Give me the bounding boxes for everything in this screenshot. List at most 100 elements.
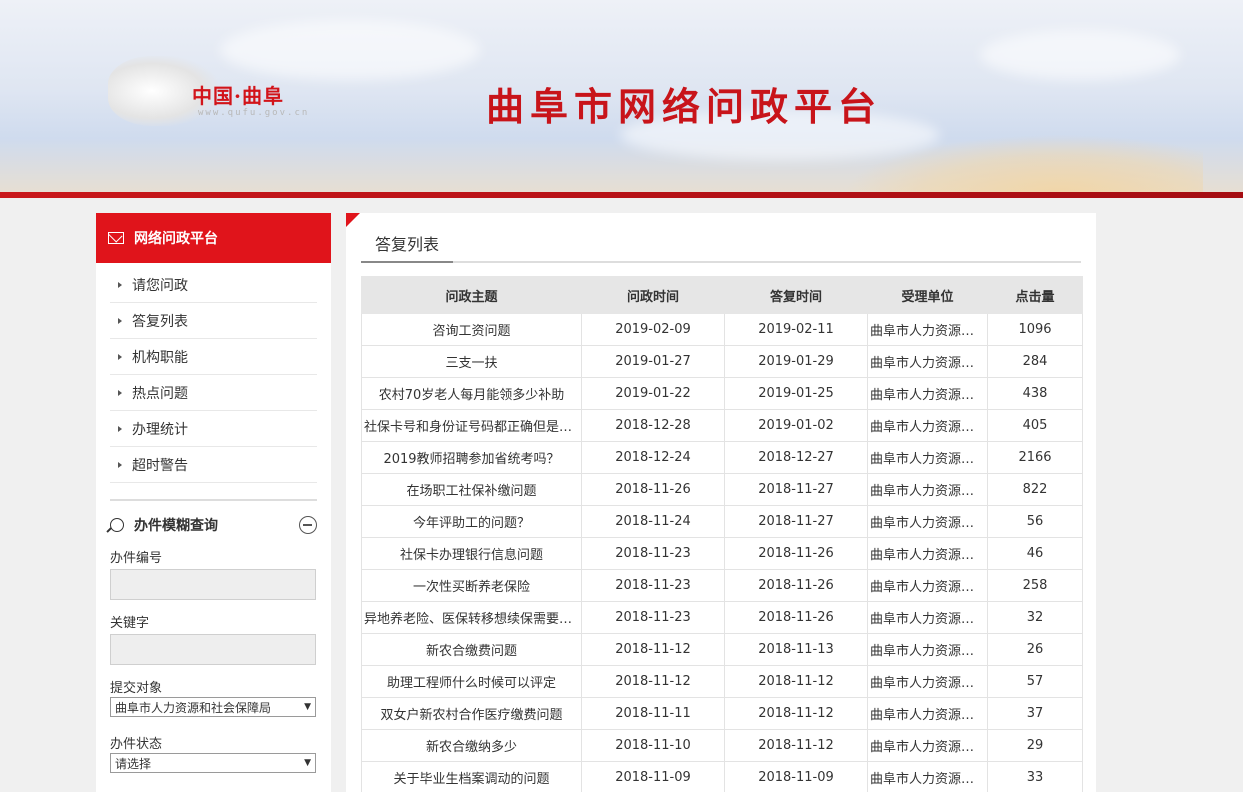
department-cell: 曲阜市人力资源和... bbox=[867, 665, 988, 698]
site-logo[interactable]: 中国·曲阜 www.qufu.gov.cn bbox=[108, 50, 348, 154]
topic-cell[interactable]: 在场职工社保补缴问题 bbox=[361, 473, 582, 506]
table-row[interactable]: 社保卡办理银行信息问题 2018-11-23 2018-11-26 曲阜市人力资源和.… bbox=[361, 537, 1083, 570]
target-select[interactable]: 曲阜市人力资源和社会保障局 ▼ bbox=[110, 697, 316, 717]
case-no-label: 办件编号 bbox=[110, 551, 163, 566]
clicks-cell: 438 bbox=[987, 377, 1083, 410]
topic-cell[interactable]: 今年评助工的问题？ bbox=[361, 505, 582, 538]
clicks-cell: 26 bbox=[987, 633, 1083, 666]
caret-right-icon bbox=[118, 281, 122, 288]
reply-time-cell: 2019-01-02 bbox=[724, 409, 868, 442]
keyword-input[interactable] bbox=[110, 634, 316, 665]
table-row[interactable]: 2019教师招聘参加省统考吗？ 2018-12-24 2018-12-27 曲阜市人力… bbox=[361, 441, 1083, 474]
table-row[interactable]: 在场职工社保补缴问题 2018-11-26 2018-11-27 曲阜市人力资源和..… bbox=[361, 473, 1083, 506]
reply-time-cell: 2018-12-27 bbox=[724, 441, 868, 474]
ask-time-cell: 2018-11-26 bbox=[581, 473, 725, 506]
reply-time-cell: 2018-11-26 bbox=[724, 569, 868, 602]
topic-cell[interactable]: 异地养老险、医保转移想续保需要哪... bbox=[361, 601, 582, 634]
table-row[interactable]: 社保卡号和身份证号码都正确但是绑... 2018-12-28 2019-01-02 曲… bbox=[361, 409, 1083, 442]
reply-time-cell: 2018-11-12 bbox=[724, 729, 868, 762]
sidebar-item-reply-list[interactable]: 答复列表 bbox=[110, 303, 317, 339]
header-red-divider bbox=[0, 192, 1243, 198]
search-panel-header: 办件模糊查询 bbox=[110, 515, 317, 535]
sidebar-item-label: 热点问题 bbox=[132, 385, 188, 402]
department-cell: 曲阜市人力资源和... bbox=[867, 633, 988, 666]
table-row[interactable]: 关于毕业生档案调动的问题 2018-11-09 2018-11-09 曲阜市人力资源和… bbox=[361, 761, 1083, 792]
sidebar-item-ask[interactable]: 请您问政 bbox=[110, 267, 317, 303]
topic-cell[interactable]: 三支一扶 bbox=[361, 345, 582, 378]
topic-cell[interactable]: 助理工程师什么时候可以评定 bbox=[361, 665, 582, 698]
sidebar-item-hot-issues[interactable]: 热点问题 bbox=[110, 375, 317, 411]
topic-cell[interactable]: 双女户新农村合作医疗缴费问题 bbox=[361, 697, 582, 730]
topic-cell[interactable]: 一次性买断养老保险 bbox=[361, 569, 582, 602]
topic-cell[interactable]: 咨询工资问题 bbox=[361, 313, 582, 346]
col-header-clicks: 点击量 bbox=[987, 276, 1083, 314]
table-row[interactable]: 异地养老险、医保转移想续保需要哪... 2018-11-23 2018-11-26 曲… bbox=[361, 601, 1083, 634]
ask-time-cell: 2018-11-12 bbox=[581, 633, 725, 666]
table-row[interactable]: 咨询工资问题 2019-02-09 2019-02-11 曲阜市人力资源和... 109… bbox=[361, 313, 1083, 346]
topic-cell[interactable]: 新农合缴费问题 bbox=[361, 633, 582, 666]
collapse-icon[interactable] bbox=[299, 516, 317, 534]
topic-cell[interactable]: 新农合缴纳多少 bbox=[361, 729, 582, 762]
banner-hill bbox=[843, 134, 1203, 194]
ask-time-cell: 2018-11-23 bbox=[581, 537, 725, 570]
department-cell: 曲阜市人力资源和... bbox=[867, 505, 988, 538]
sidebar-item-label: 超时警告 bbox=[132, 457, 188, 474]
topic-cell[interactable]: 社保卡办理银行信息问题 bbox=[361, 537, 582, 570]
topic-cell[interactable]: 2019教师招聘参加省统考吗？ bbox=[361, 441, 582, 474]
ask-time-cell: 2018-11-24 bbox=[581, 505, 725, 538]
col-header-department: 受理单位 bbox=[867, 276, 988, 314]
clicks-cell: 37 bbox=[987, 697, 1083, 730]
sidebar-item-statistics[interactable]: 办理统计 bbox=[110, 411, 317, 447]
logo-text: 中国·曲阜 bbox=[192, 84, 284, 108]
sidebar-item-timeout-warning[interactable]: 超时警告 bbox=[110, 447, 317, 483]
department-cell: 曲阜市人力资源和... bbox=[867, 697, 988, 730]
clicks-cell: 57 bbox=[987, 665, 1083, 698]
clicks-cell: 46 bbox=[987, 537, 1083, 570]
tab-header: 答复列表 bbox=[361, 231, 1081, 263]
department-cell: 曲阜市人力资源和... bbox=[867, 313, 988, 346]
dropdown-arrow-icon: ▼ bbox=[304, 758, 311, 768]
ask-time-cell: 2018-11-23 bbox=[581, 601, 725, 634]
clicks-cell: 405 bbox=[987, 409, 1083, 442]
dropdown-arrow-icon: ▼ bbox=[304, 702, 311, 712]
table-row[interactable]: 今年评助工的问题？ 2018-11-24 2018-11-27 曲阜市人力资源和...… bbox=[361, 505, 1083, 538]
col-header-ask-time: 问政时间 bbox=[581, 276, 725, 314]
banner-cloud bbox=[980, 30, 1180, 80]
topic-cell[interactable]: 农村70岁老人每月能领多少补助 bbox=[361, 377, 582, 410]
table-row[interactable]: 新农合缴费问题 2018-11-12 2018-11-13 曲阜市人力资源和... 26 bbox=[361, 633, 1083, 666]
clicks-cell: 258 bbox=[987, 569, 1083, 602]
reply-table: 问政主题 问政时间 答复时间 受理单位 点击量 咨询工资问题 2019-02-09… bbox=[361, 276, 1083, 792]
department-cell: 曲阜市人力资源和... bbox=[867, 569, 988, 602]
table-row[interactable]: 助理工程师什么时候可以评定 2018-11-12 2018-11-12 曲阜市人力资源… bbox=[361, 665, 1083, 698]
search-icon bbox=[110, 518, 124, 532]
table-row[interactable]: 一次性买断养老保险 2018-11-23 2018-11-26 曲阜市人力资源和...… bbox=[361, 569, 1083, 602]
ask-time-cell: 2019-02-09 bbox=[581, 313, 725, 346]
topic-cell[interactable]: 关于毕业生档案调动的问题 bbox=[361, 761, 582, 792]
department-cell: 曲阜市人力资源和... bbox=[867, 345, 988, 378]
ask-time-cell: 2018-11-11 bbox=[581, 697, 725, 730]
department-cell: 曲阜市人力资源和... bbox=[867, 761, 988, 792]
department-cell: 曲阜市人力资源和... bbox=[867, 377, 988, 410]
ask-time-cell: 2019-01-22 bbox=[581, 377, 725, 410]
status-select-value: 请选择 bbox=[115, 756, 152, 771]
ask-time-cell: 2018-12-28 bbox=[581, 409, 725, 442]
reply-time-cell: 2019-01-25 bbox=[724, 377, 868, 410]
table-row[interactable]: 三支一扶 2019-01-27 2019-01-29 曲阜市人力资源和... 284 bbox=[361, 345, 1083, 378]
table-row[interactable]: 新农合缴纳多少 2018-11-10 2018-11-12 曲阜市人力资源和... 29 bbox=[361, 729, 1083, 762]
tab-reply-list[interactable]: 答复列表 bbox=[361, 231, 454, 263]
reply-time-cell: 2018-11-12 bbox=[724, 665, 868, 698]
table-row[interactable]: 双女户新农村合作医疗缴费问题 2018-11-11 2018-11-12 曲阜市人力资… bbox=[361, 697, 1083, 730]
status-select[interactable]: 请选择 ▼ bbox=[110, 753, 316, 773]
corner-accent bbox=[346, 213, 360, 227]
clicks-cell: 284 bbox=[987, 345, 1083, 378]
logo-url: www.qufu.gov.cn bbox=[198, 108, 310, 118]
topic-cell[interactable]: 社保卡号和身份证号码都正确但是绑... bbox=[361, 409, 582, 442]
sidebar-item-org-functions[interactable]: 机构职能 bbox=[110, 339, 317, 375]
clicks-cell: 1096 bbox=[987, 313, 1083, 346]
case-no-input[interactable] bbox=[110, 569, 316, 600]
table-row[interactable]: 农村70岁老人每月能领多少补助 2019-01-22 2019-01-25 曲阜市人力… bbox=[361, 377, 1083, 410]
clicks-cell: 32 bbox=[987, 601, 1083, 634]
department-cell: 曲阜市人力资源和... bbox=[867, 601, 988, 634]
department-cell: 曲阜市人力资源和... bbox=[867, 441, 988, 474]
ask-time-cell: 2018-12-24 bbox=[581, 441, 725, 474]
